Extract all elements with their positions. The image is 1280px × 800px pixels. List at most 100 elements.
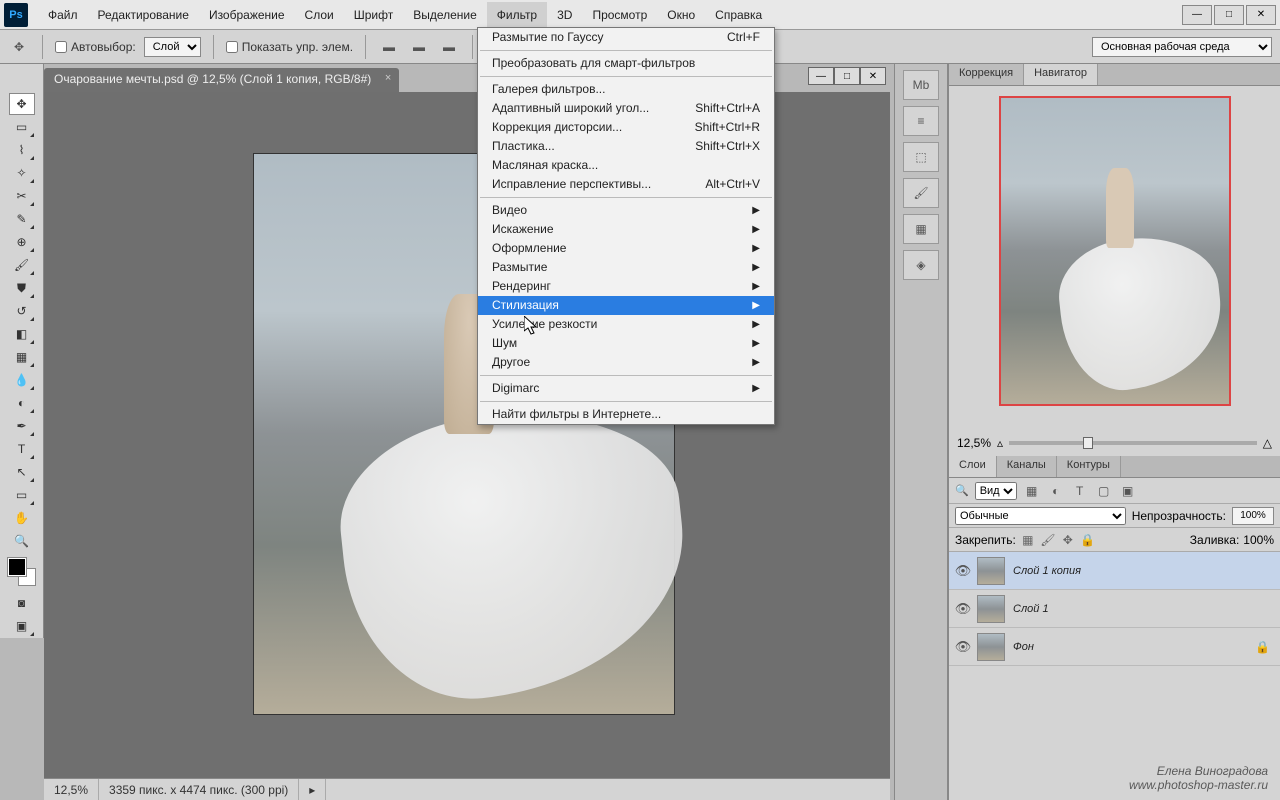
close-tab-icon[interactable]: × — [385, 72, 391, 84]
layer-thumbnail[interactable] — [977, 633, 1005, 661]
lasso-tool[interactable]: ⌇ — [9, 139, 35, 161]
autoselect-dropdown[interactable]: Слой — [144, 37, 201, 57]
zoom-slider[interactable] — [1009, 441, 1257, 445]
magic-wand-tool[interactable]: ✧ — [9, 162, 35, 184]
navigator-thumbnail[interactable] — [999, 96, 1231, 406]
healing-brush-tool[interactable]: ⊕ — [9, 231, 35, 253]
menu-item-исправление-перспективы-[interactable]: Исправление перспективы...Alt+Ctrl+V — [478, 175, 774, 194]
swatches-panel-icon[interactable]: ▦ — [903, 214, 939, 244]
workspace-dropdown[interactable]: Основная рабочая среда — [1092, 37, 1272, 57]
menu-image[interactable]: Изображение — [199, 2, 295, 28]
layer-name[interactable]: Слой 1 — [1013, 603, 1049, 615]
crop-tool[interactable]: ✂ — [9, 185, 35, 207]
layer-name[interactable]: Фон — [1013, 641, 1034, 653]
menu-window[interactable]: Окно — [657, 2, 705, 28]
foreground-color[interactable] — [8, 558, 26, 576]
history-brush-tool[interactable]: ↺ — [9, 300, 35, 322]
mini-bridge-icon[interactable]: Mb — [903, 70, 939, 100]
eraser-tool[interactable]: ◧ — [9, 323, 35, 345]
menu-item-стилизация[interactable]: Стилизация▶ — [478, 296, 774, 315]
screenmode-tool[interactable]: ▣ — [9, 615, 35, 637]
tab-navigator[interactable]: Навигатор — [1024, 64, 1098, 85]
menu-select[interactable]: Выделение — [403, 2, 487, 28]
type-tool[interactable]: T — [9, 438, 35, 460]
close-button[interactable]: ✕ — [1246, 5, 1276, 25]
path-select-tool[interactable]: ↖ — [9, 461, 35, 483]
menu-item-шум[interactable]: Шум▶ — [478, 334, 774, 353]
doc-close[interactable]: ✕ — [860, 67, 886, 85]
lock-position-icon[interactable]: ✥ — [1060, 532, 1076, 548]
fill-input[interactable]: 100% — [1243, 533, 1274, 547]
layer-name[interactable]: Слой 1 копия — [1013, 565, 1081, 577]
styles-panel-icon[interactable]: ◈ — [903, 250, 939, 280]
layer-thumbnail[interactable] — [977, 595, 1005, 623]
lock-transparent-icon[interactable]: ▦ — [1020, 532, 1036, 548]
dodge-tool[interactable]: ◐ — [9, 392, 35, 414]
tab-channels[interactable]: Каналы — [997, 456, 1057, 477]
menu-type[interactable]: Шрифт — [344, 2, 403, 28]
layer-filter-dropdown[interactable]: Вид — [975, 482, 1017, 500]
shape-tool[interactable]: ▭ — [9, 484, 35, 506]
properties-panel-icon[interactable]: ⬚ — [903, 142, 939, 172]
tab-paths[interactable]: Контуры — [1057, 456, 1121, 477]
menu-item-видео[interactable]: Видео▶ — [478, 201, 774, 220]
visibility-icon[interactable]: 👁 — [949, 601, 977, 617]
quickmask-tool[interactable]: ◙ — [9, 592, 35, 614]
menu-file[interactable]: Файл — [38, 2, 88, 28]
brushes-panel-icon[interactable]: 🖌 — [903, 178, 939, 208]
eyedropper-tool[interactable]: ✎ — [9, 208, 35, 230]
menu-view[interactable]: Просмотр — [582, 2, 657, 28]
layer-thumbnail[interactable] — [977, 557, 1005, 585]
visibility-icon[interactable]: 👁 — [949, 563, 977, 579]
status-zoom[interactable]: 12,5% — [44, 779, 99, 800]
zoom-out-icon[interactable]: ▵ — [997, 436, 1003, 450]
autoselect-checkbox[interactable]: Автовыбор: — [55, 40, 136, 54]
filter-pixel-icon[interactable]: ▦ — [1023, 482, 1041, 500]
brush-tool[interactable]: 🖌 — [9, 254, 35, 276]
menu-filter[interactable]: Фильтр — [487, 2, 547, 28]
menu-item-размытие[interactable]: Размытие▶ — [478, 258, 774, 277]
filter-type-icon[interactable]: T — [1071, 482, 1089, 500]
lock-all-icon[interactable]: 🔒 — [1080, 532, 1096, 548]
layer-row[interactable]: 👁Фон🔒 — [949, 628, 1280, 666]
menu-3d[interactable]: 3D — [547, 2, 582, 28]
filter-shape-icon[interactable]: ▢ — [1095, 482, 1113, 500]
menu-item-оформление[interactable]: Оформление▶ — [478, 239, 774, 258]
align-center-icon[interactable]: ▬ — [408, 36, 430, 58]
menu-help[interactable]: Справка — [705, 2, 772, 28]
menu-item-digimarc[interactable]: Digimarc▶ — [478, 379, 774, 398]
minimize-button[interactable]: — — [1182, 5, 1212, 25]
zoom-in-icon[interactable]: △ — [1263, 436, 1272, 450]
menu-item-галерея-фильтров-[interactable]: Галерея фильтров... — [478, 80, 774, 99]
tab-correction[interactable]: Коррекция — [949, 64, 1024, 85]
menu-item-рендеринг[interactable]: Рендеринг▶ — [478, 277, 774, 296]
pen-tool[interactable]: ✒ — [9, 415, 35, 437]
menu-edit[interactable]: Редактирование — [88, 2, 199, 28]
lock-pixels-icon[interactable]: 🖌 — [1040, 532, 1056, 548]
menu-item-найти-фильтры-в-интернете-[interactable]: Найти фильтры в Интернете... — [478, 405, 774, 424]
menu-item-размытие-по-гауссу[interactable]: Размытие по ГауссуCtrl+F — [478, 28, 774, 47]
visibility-icon[interactable]: 👁 — [949, 639, 977, 655]
maximize-button[interactable]: □ — [1214, 5, 1244, 25]
align-right-icon[interactable]: ▬ — [438, 36, 460, 58]
zoom-tool[interactable]: 🔍 — [9, 530, 35, 552]
menu-item-другое[interactable]: Другое▶ — [478, 353, 774, 372]
move-tool[interactable]: ✥ — [9, 93, 35, 115]
document-tab[interactable]: Очарование мечты.psd @ 12,5% (Слой 1 коп… — [44, 68, 399, 92]
layer-row[interactable]: 👁 Слой 1 копия — [949, 552, 1280, 590]
hand-tool[interactable]: ✋ — [9, 507, 35, 529]
doc-minimize[interactable]: — — [808, 67, 834, 85]
history-panel-icon[interactable]: ≡ — [903, 106, 939, 136]
blend-mode-dropdown[interactable]: Обычные — [955, 507, 1126, 525]
marquee-tool[interactable]: ▭ — [9, 116, 35, 138]
color-swatches[interactable] — [8, 558, 36, 586]
layer-row[interactable]: 👁 Слой 1 — [949, 590, 1280, 628]
menu-item-адаптивный-широкий-угол-[interactable]: Адаптивный широкий угол...Shift+Ctrl+A — [478, 99, 774, 118]
clone-stamp-tool[interactable]: ⛊ — [9, 277, 35, 299]
show-controls-checkbox[interactable]: Показать упр. элем. — [226, 40, 353, 54]
doc-maximize[interactable]: □ — [834, 67, 860, 85]
blur-tool[interactable]: 💧 — [9, 369, 35, 391]
filter-adjust-icon[interactable]: ◐ — [1047, 482, 1065, 500]
menu-item-пластика-[interactable]: Пластика...Shift+Ctrl+X — [478, 137, 774, 156]
menu-item-преобразовать-для-смарт-фильтров[interactable]: Преобразовать для смарт-фильтров — [478, 54, 774, 73]
